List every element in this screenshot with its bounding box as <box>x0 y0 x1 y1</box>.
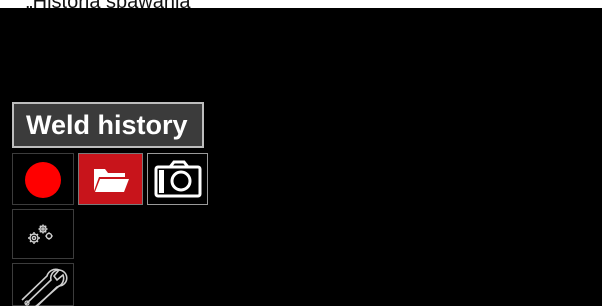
welder-display: Weld history <box>0 8 602 306</box>
settings-tile[interactable] <box>12 209 74 259</box>
gears-icon <box>28 224 53 244</box>
screen-title: Weld history <box>12 102 204 148</box>
folder-tile[interactable] <box>78 153 143 205</box>
service-tile[interactable] <box>12 263 74 306</box>
document-page: „Historia spawania Weld history <box>0 0 602 306</box>
camera-tile[interactable] <box>147 153 208 205</box>
record-icon <box>25 162 61 198</box>
folder-icon <box>94 169 129 192</box>
wrench-icon <box>21 268 68 306</box>
camera-icon <box>154 160 202 198</box>
record-tile[interactable] <box>12 153 74 205</box>
